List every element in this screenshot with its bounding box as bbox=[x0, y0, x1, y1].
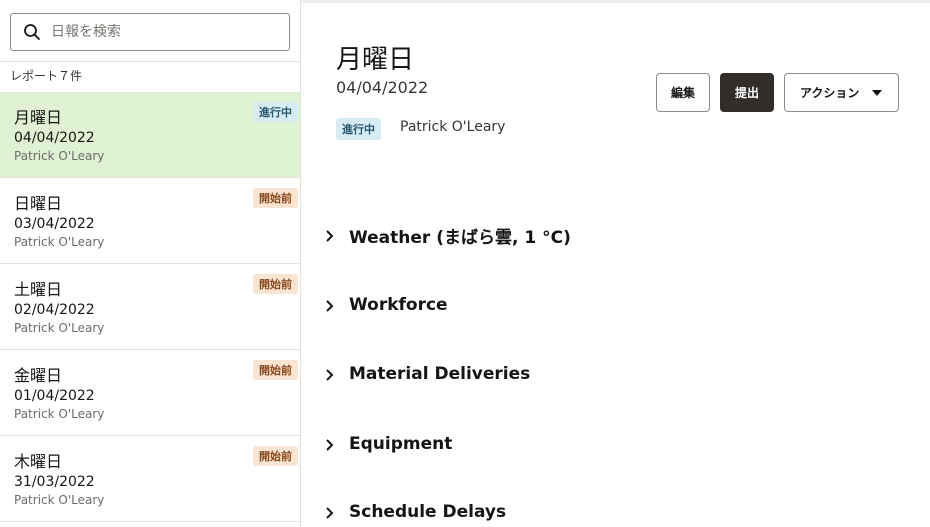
section-schedule-delays[interactable]: Schedule Delays bbox=[323, 497, 506, 527]
submit-button[interactable]: 提出 bbox=[720, 73, 774, 112]
page-title: 月曜日 bbox=[336, 45, 415, 75]
status-badge: 進行中 bbox=[253, 102, 298, 122]
status-badge: 開始前 bbox=[253, 274, 298, 294]
caret-down-icon bbox=[872, 90, 882, 96]
chevron-right-icon bbox=[323, 437, 337, 451]
item-author: Patrick O'Leary bbox=[14, 321, 105, 335]
search-input[interactable] bbox=[51, 24, 281, 40]
list-item[interactable]: 木曜日 31/03/2022 Patrick O'Leary 開始前 bbox=[0, 436, 300, 522]
item-date: 02/04/2022 bbox=[14, 302, 95, 318]
list-item[interactable]: 日曜日 03/04/2022 Patrick O'Leary 開始前 bbox=[0, 178, 300, 264]
status-badge: 進行中 bbox=[336, 118, 381, 140]
edit-button[interactable]: 編集 bbox=[656, 73, 710, 112]
item-day: 月曜日 bbox=[14, 108, 63, 127]
chevron-right-icon bbox=[323, 505, 337, 519]
chevron-right-icon bbox=[323, 298, 337, 312]
section-material-deliveries[interactable]: Material Deliveries bbox=[323, 359, 530, 389]
section-label: Workforce bbox=[349, 295, 448, 315]
chevron-right-icon bbox=[323, 228, 337, 242]
item-date: 01/04/2022 bbox=[14, 388, 95, 404]
top-border bbox=[301, 0, 930, 3]
report-date: 04/04/2022 bbox=[336, 78, 429, 97]
section-label: Schedule Delays bbox=[349, 502, 507, 522]
item-day: 日曜日 bbox=[14, 194, 63, 213]
status-badge: 開始前 bbox=[253, 188, 298, 208]
chevron-right-icon bbox=[323, 367, 337, 381]
divider bbox=[0, 61, 300, 62]
actions-label: アクション bbox=[800, 86, 860, 100]
list-item[interactable]: 金曜日 01/04/2022 Patrick O'Leary 開始前 bbox=[0, 350, 300, 436]
search-box[interactable] bbox=[10, 13, 290, 51]
section-weather[interactable]: Weather (まばら雲, 1 °C) bbox=[323, 220, 571, 250]
search-icon bbox=[23, 23, 41, 41]
item-date: 04/04/2022 bbox=[14, 130, 95, 146]
section-workforce[interactable]: Workforce bbox=[323, 290, 448, 320]
actions-menu-button[interactable]: アクション bbox=[784, 73, 899, 112]
section-label: Material Deliveries bbox=[349, 364, 531, 384]
item-date: 03/04/2022 bbox=[14, 216, 95, 232]
report-count: レポート７件 bbox=[10, 69, 83, 83]
report-list: 月曜日 04/04/2022 Patrick O'Leary 進行中 日曜日 0… bbox=[0, 92, 300, 522]
report-sidebar: レポート７件 月曜日 04/04/2022 Patrick O'Leary 進行… bbox=[0, 0, 301, 527]
section-label: Weather (まばら雲, 1 °C) bbox=[349, 227, 571, 248]
item-author: Patrick O'Leary bbox=[14, 149, 105, 163]
item-day: 木曜日 bbox=[14, 452, 63, 471]
list-item[interactable]: 土曜日 02/04/2022 Patrick O'Leary 開始前 bbox=[0, 264, 300, 350]
item-author: Patrick O'Leary bbox=[14, 407, 105, 421]
item-author: Patrick O'Leary bbox=[14, 493, 105, 507]
status-badge: 開始前 bbox=[253, 360, 298, 380]
report-author: Patrick O'Leary bbox=[400, 119, 506, 135]
item-date: 31/03/2022 bbox=[14, 474, 95, 490]
report-detail: 月曜日 04/04/2022 進行中 Patrick O'Leary 編集 提出… bbox=[301, 0, 930, 527]
item-day: 土曜日 bbox=[14, 280, 63, 299]
item-day: 金曜日 bbox=[14, 366, 63, 385]
section-equipment[interactable]: Equipment bbox=[323, 429, 452, 459]
list-item[interactable]: 月曜日 04/04/2022 Patrick O'Leary 進行中 bbox=[0, 92, 300, 178]
status-badge: 開始前 bbox=[253, 446, 298, 466]
item-author: Patrick O'Leary bbox=[14, 235, 105, 249]
section-label: Equipment bbox=[349, 434, 453, 454]
